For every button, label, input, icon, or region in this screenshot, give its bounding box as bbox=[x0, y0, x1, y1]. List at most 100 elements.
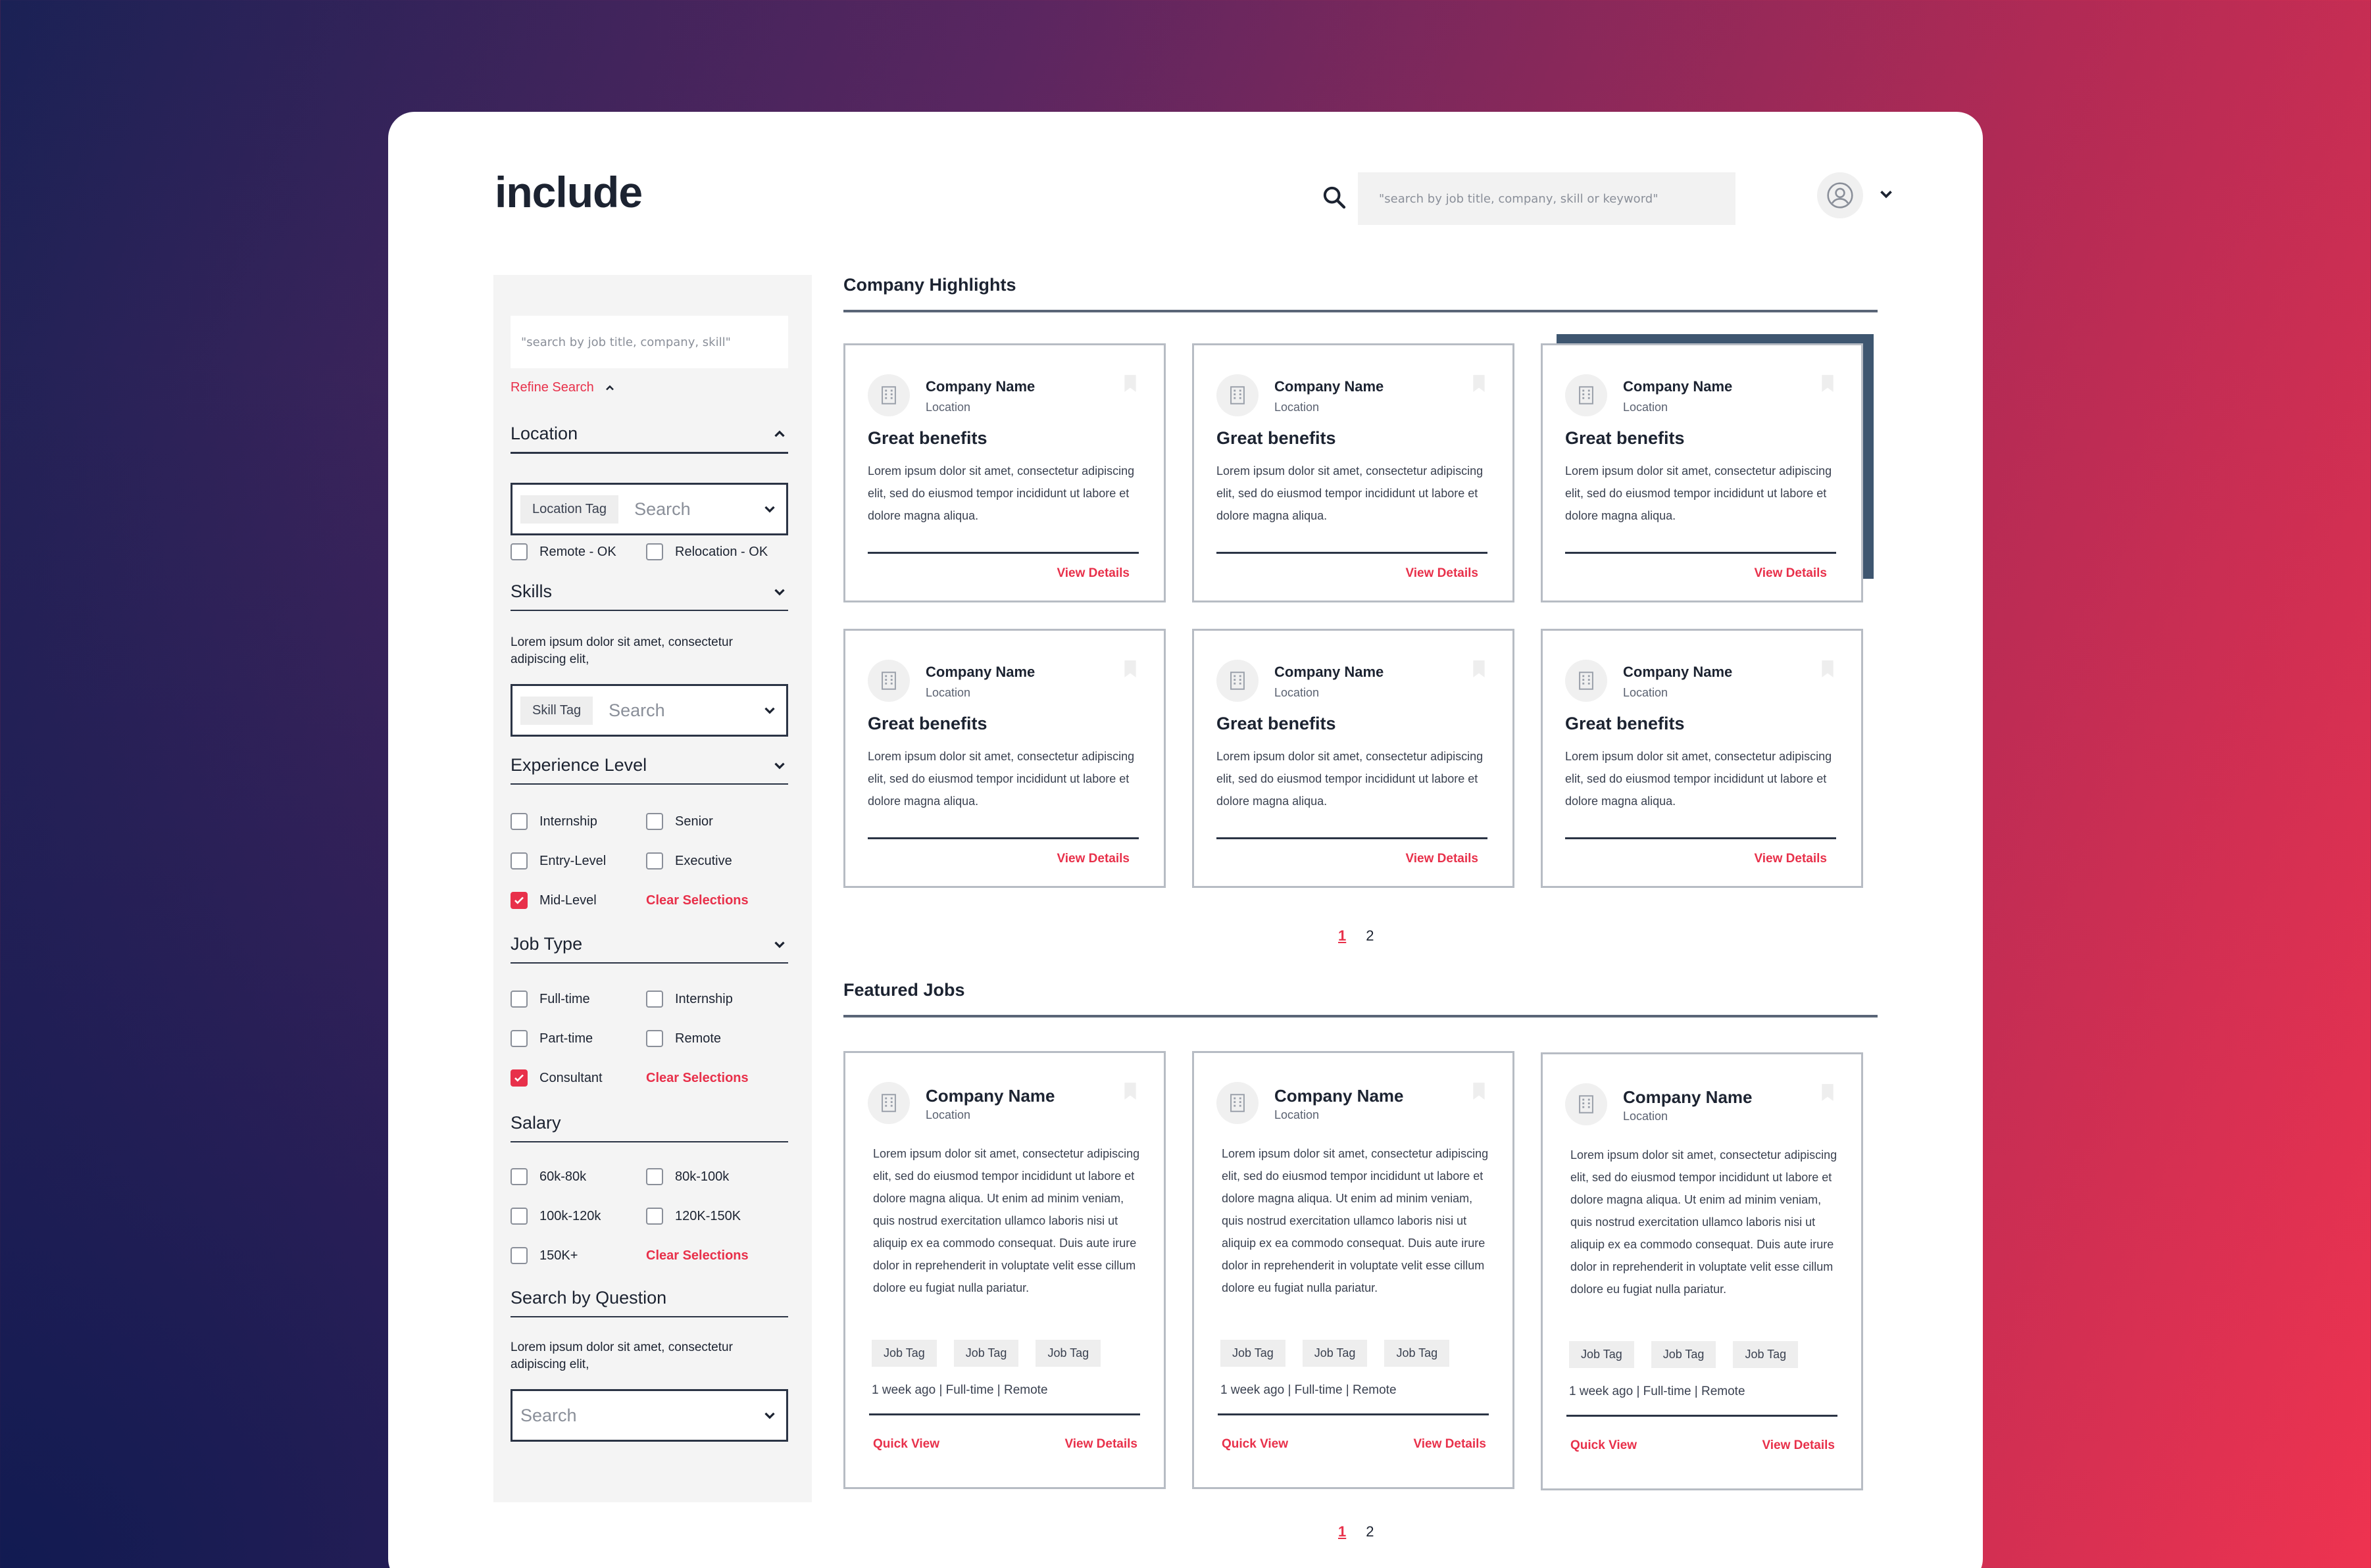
job-tag[interactable]: Job Tag bbox=[1733, 1341, 1799, 1368]
checkbox[interactable] bbox=[511, 1030, 528, 1047]
view-details-link[interactable]: View Details bbox=[1057, 566, 1130, 581]
view-details-link[interactable]: View Details bbox=[1064, 1437, 1137, 1452]
quick-view-link[interactable]: Quick View bbox=[873, 1437, 939, 1452]
checkbox[interactable] bbox=[511, 1208, 528, 1225]
page-2-link[interactable]: 2 bbox=[1366, 1523, 1374, 1540]
internship-checkbox[interactable]: Internship bbox=[511, 813, 597, 830]
skill-tag[interactable]: Skill Tag bbox=[520, 696, 593, 725]
job-tag[interactable]: Job Tag bbox=[1036, 1340, 1101, 1367]
question-section-header[interactable]: Search by Question bbox=[511, 1288, 788, 1317]
internship-type-checkbox[interactable]: Internship bbox=[646, 991, 733, 1008]
salary-120k-150k-checkbox[interactable]: 120K-150K bbox=[646, 1208, 741, 1225]
bookmark-icon[interactable] bbox=[1123, 660, 1137, 678]
quick-view-link[interactable]: Quick View bbox=[1222, 1437, 1288, 1452]
header-search-input[interactable]: "search by job title, company, skill or … bbox=[1358, 172, 1735, 225]
view-details-link[interactable]: View Details bbox=[1405, 566, 1478, 581]
entry-level-checkbox[interactable]: Entry-Level bbox=[511, 852, 606, 870]
view-details-link[interactable]: View Details bbox=[1762, 1438, 1835, 1453]
chevron-down-icon bbox=[774, 762, 785, 770]
bookmark-icon[interactable] bbox=[1123, 374, 1137, 393]
company-highlight-card[interactable]: Company Name Location Great benefits Lorem … bbox=[1541, 629, 1863, 888]
chevron-down-icon[interactable] bbox=[1876, 184, 1896, 204]
checkbox[interactable] bbox=[646, 991, 663, 1008]
bookmark-icon[interactable] bbox=[1820, 374, 1835, 393]
checkbox[interactable] bbox=[646, 1168, 663, 1185]
view-details-link[interactable]: View Details bbox=[1754, 852, 1827, 866]
checkbox-checked[interactable] bbox=[511, 892, 528, 909]
salary-150k-plus-checkbox[interactable]: 150K+ bbox=[511, 1247, 578, 1264]
checkbox[interactable] bbox=[646, 813, 663, 830]
checkbox[interactable] bbox=[511, 1247, 528, 1264]
skill-tag-select[interactable]: Skill Tag Search bbox=[511, 684, 788, 737]
page-1-link[interactable]: 1 bbox=[1338, 1523, 1346, 1540]
salary-section-header[interactable]: Salary bbox=[511, 1113, 788, 1142]
checkbox[interactable] bbox=[511, 1168, 528, 1185]
skills-section-header[interactable]: Skills bbox=[511, 581, 788, 611]
bookmark-icon[interactable] bbox=[1820, 660, 1835, 678]
location-tag[interactable]: Location Tag bbox=[520, 495, 619, 524]
salary-60k-80k-checkbox[interactable]: 60k-80k bbox=[511, 1168, 586, 1185]
refine-search-toggle[interactable]: Refine Search bbox=[511, 380, 616, 395]
location-section-header[interactable]: Location bbox=[511, 424, 788, 454]
bookmark-icon[interactable] bbox=[1123, 1082, 1137, 1100]
job-meta: 1 week ago | Full-time | Remote bbox=[872, 1383, 1048, 1397]
view-details-link[interactable]: View Details bbox=[1057, 852, 1130, 866]
job-tag[interactable]: Job Tag bbox=[1302, 1340, 1368, 1367]
quick-view-link[interactable]: Quick View bbox=[1570, 1438, 1637, 1453]
search-icon[interactable] bbox=[1321, 184, 1347, 210]
company-highlight-card[interactable]: Company Name Location Great benefits Lorem … bbox=[1192, 343, 1514, 602]
company-highlight-card[interactable]: Company Name Location Great benefits Lorem … bbox=[843, 343, 1166, 602]
sidebar-search-input[interactable]: "search by job title, company, skill" bbox=[511, 316, 788, 368]
mid-level-checkbox[interactable]: Mid-Level bbox=[511, 892, 597, 909]
experience-section-header[interactable]: Experience Level bbox=[511, 755, 788, 785]
checkbox[interactable] bbox=[511, 813, 528, 830]
job-tag[interactable]: Job Tag bbox=[1651, 1341, 1716, 1368]
checkbox-label: Remote - OK bbox=[539, 544, 616, 559]
company-highlight-card[interactable]: Company Name Location Great benefits Lorem … bbox=[1541, 343, 1863, 602]
bookmark-icon[interactable] bbox=[1820, 1083, 1835, 1102]
remote-checkbox[interactable]: Remote bbox=[646, 1030, 721, 1047]
featured-job-card[interactable]: Company Name Location Lorem ipsum dolor si… bbox=[843, 1051, 1166, 1489]
featured-job-card[interactable]: Company Name Location Lorem ipsum dolor si… bbox=[1192, 1051, 1514, 1489]
job-tag[interactable]: Job Tag bbox=[1569, 1341, 1634, 1368]
bookmark-icon[interactable] bbox=[1472, 374, 1486, 393]
checkbox-checked[interactable] bbox=[511, 1069, 528, 1087]
senior-checkbox[interactable]: Senior bbox=[646, 813, 713, 830]
executive-checkbox[interactable]: Executive bbox=[646, 852, 732, 870]
avatar[interactable] bbox=[1817, 172, 1863, 218]
question-search-select[interactable]: Search bbox=[511, 1389, 788, 1442]
location-tag-select[interactable]: Location Tag Search bbox=[511, 483, 788, 535]
jobtype-clear-link[interactable]: Clear Selections bbox=[646, 1071, 749, 1086]
bookmark-icon[interactable] bbox=[1472, 660, 1486, 678]
company-highlight-card[interactable]: Company Name Location Great benefits Lorem … bbox=[843, 629, 1166, 888]
checkbox[interactable] bbox=[646, 543, 663, 560]
job-tag[interactable]: Job Tag bbox=[1384, 1340, 1450, 1367]
company-highlight-card[interactable]: Company Name Location Great benefits Lorem … bbox=[1192, 629, 1514, 888]
job-tag[interactable]: Job Tag bbox=[1220, 1340, 1285, 1367]
relocation-ok-checkbox[interactable]: Relocation - OK bbox=[646, 543, 768, 560]
salary-100k-120k-checkbox[interactable]: 100k-120k bbox=[511, 1208, 601, 1225]
checkbox[interactable] bbox=[646, 1208, 663, 1225]
job-tag[interactable]: Job Tag bbox=[953, 1340, 1019, 1367]
featured-job-card[interactable]: Company Name Location Lorem ipsum dolor si… bbox=[1541, 1052, 1863, 1490]
checkbox[interactable] bbox=[511, 991, 528, 1008]
salary-clear-link[interactable]: Clear Selections bbox=[646, 1248, 749, 1263]
job-tag[interactable]: Job Tag bbox=[872, 1340, 937, 1367]
page-2-link[interactable]: 2 bbox=[1366, 927, 1374, 944]
view-details-link[interactable]: View Details bbox=[1413, 1437, 1486, 1452]
checkbox[interactable] bbox=[511, 852, 528, 870]
checkbox[interactable] bbox=[511, 543, 528, 560]
jobtype-section-header[interactable]: Job Type bbox=[511, 934, 788, 964]
view-details-link[interactable]: View Details bbox=[1754, 566, 1827, 581]
remote-ok-checkbox[interactable]: Remote - OK bbox=[511, 543, 616, 560]
view-details-link[interactable]: View Details bbox=[1405, 852, 1478, 866]
consultant-checkbox[interactable]: Consultant bbox=[511, 1069, 603, 1087]
salary-80k-100k-checkbox[interactable]: 80k-100k bbox=[646, 1168, 729, 1185]
page-1-link[interactable]: 1 bbox=[1338, 927, 1346, 944]
part-time-checkbox[interactable]: Part-time bbox=[511, 1030, 593, 1047]
checkbox[interactable] bbox=[646, 852, 663, 870]
checkbox[interactable] bbox=[646, 1030, 663, 1047]
full-time-checkbox[interactable]: Full-time bbox=[511, 991, 590, 1008]
experience-clear-link[interactable]: Clear Selections bbox=[646, 893, 749, 908]
bookmark-icon[interactable] bbox=[1472, 1082, 1486, 1100]
